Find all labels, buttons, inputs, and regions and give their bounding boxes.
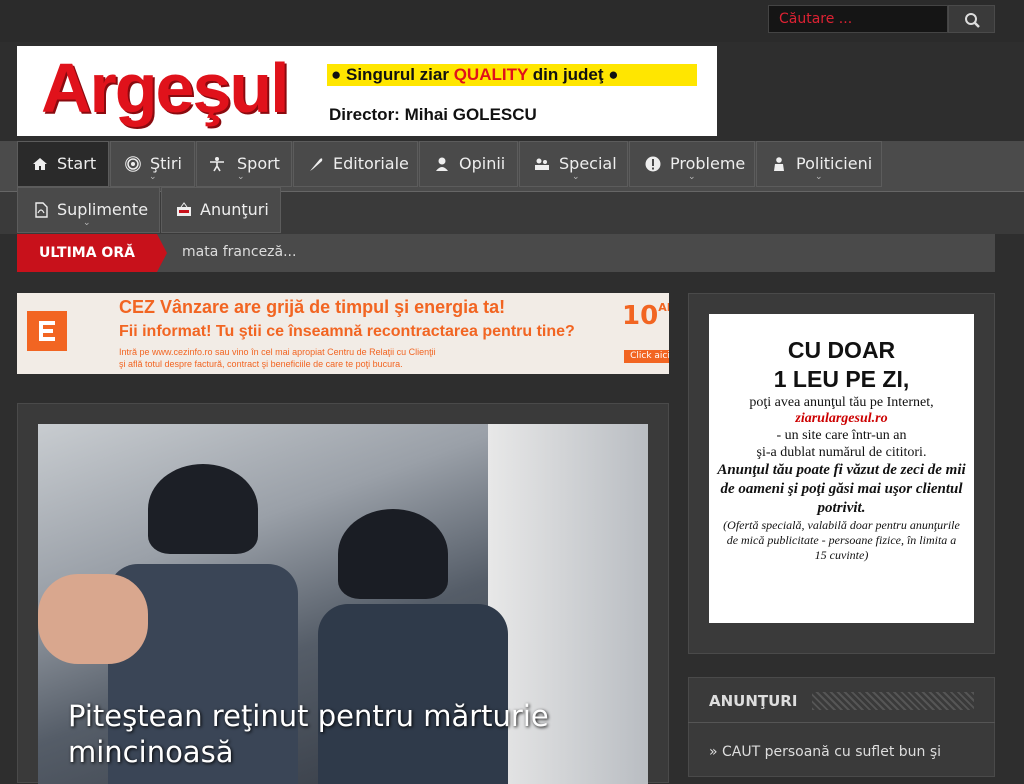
cez-banner-ad[interactable]: CEZ Vânzare are grijă de timpul şi energ…	[17, 293, 669, 374]
nav-item-anunturi[interactable]: Anunţuri	[161, 187, 281, 233]
site-logo[interactable]: Argeşul	[41, 48, 290, 128]
nav-label: Special	[559, 154, 617, 173]
user-icon	[436, 157, 448, 171]
nav-item-politicieni[interactable]: Politicieni ⌄	[756, 141, 882, 187]
nav-label: Anunţuri	[200, 200, 269, 219]
nav-item-special[interactable]: Special ⌄	[519, 141, 628, 187]
director-line: Director: Mihai GOLESCU	[329, 105, 537, 124]
pdf-icon	[35, 202, 48, 218]
chevron-down-icon: ⌄	[149, 172, 157, 182]
nav-label: Sport	[237, 154, 280, 173]
nav-label: Start	[57, 154, 97, 173]
anunturi-title: ANUNŢURI	[709, 692, 798, 710]
nav-label: Ştiri	[150, 154, 182, 173]
ad-subheadline: Fii informat! Tu ştii ce înseamnă recont…	[119, 323, 575, 340]
nav-item-suplimente[interactable]: Suplimente ⌄	[17, 187, 160, 233]
divider	[688, 722, 995, 723]
chevron-down-icon: ⌄	[572, 172, 580, 182]
group-icon	[535, 158, 549, 170]
tagline-post: din judeţ	[528, 65, 604, 84]
chevron-down-icon: ⌄	[815, 172, 823, 182]
nav-item-sport[interactable]: Sport ⌄	[196, 141, 292, 187]
side-ad-line: CU DOAR	[787, 337, 896, 363]
photo-helmet	[338, 509, 448, 599]
nav-label: Suplimente	[57, 200, 149, 219]
nav-label: Editoriale	[333, 154, 409, 173]
side-ad-line: 1 LEU PE ZI,	[773, 366, 910, 392]
anunturi-item[interactable]: » CAUT persoană cu suflet bun şi	[709, 744, 941, 760]
nav-item-probleme[interactable]: Probleme ⌄	[629, 141, 755, 187]
nav-item-opinii[interactable]: Opinii	[419, 141, 518, 187]
tagline-pre: Singurul ziar	[346, 65, 454, 84]
search-button[interactable]	[948, 5, 995, 33]
breaking-news-ticker: ULTIMA ORĂ mata franceză...	[17, 234, 995, 272]
ad-body-line: Intră pe www.cezinfo.ro sau vino în cel …	[119, 347, 436, 357]
nav-item-stiri[interactable]: Ştiri ⌄	[110, 141, 195, 187]
chevron-right-icon: »	[709, 744, 723, 760]
photo-helmet	[148, 464, 258, 554]
tagline: ● Singurul ziar QUALITY din judeţ ●	[327, 64, 697, 86]
sale-icon	[177, 202, 191, 216]
ad-ani: ANI	[658, 301, 669, 314]
search-icon	[965, 13, 980, 28]
breaking-news-text[interactable]: mata franceză...	[182, 244, 296, 260]
title-divider	[812, 692, 974, 710]
side-ad-line: poţi avea anunţul tău pe Internet,	[749, 395, 934, 410]
chevron-down-icon: ⌄	[688, 172, 696, 182]
broadcast-icon	[125, 156, 141, 172]
side-ad-line: şi-a dublat numărul de cititori.	[756, 445, 927, 460]
tagline-quality: QUALITY	[453, 65, 528, 84]
nav-label: Probleme	[670, 154, 746, 173]
breaking-news-label: ULTIMA ORĂ	[17, 234, 167, 272]
ad-headline: CEZ Vânzare are grijă de timpul şi energ…	[119, 297, 506, 317]
search-input[interactable]: Căutare ...	[768, 5, 948, 33]
ad-body: Intră pe www.cezinfo.ro sau vino în cel …	[119, 346, 436, 370]
nav-item-editoriale[interactable]: Editoriale	[293, 141, 418, 187]
ad-body-line: şi află totul despre factură, contract ş…	[119, 359, 403, 369]
cez-logo-icon	[27, 311, 67, 351]
nav-item-start[interactable]: Start	[17, 141, 109, 187]
side-ad-line: - un site care într-un an	[776, 428, 907, 443]
chevron-down-icon: ⌄	[83, 218, 91, 228]
featured-story-headline[interactable]: Piteştean reţinut pentru mărturie mincin…	[68, 698, 628, 770]
politician-icon	[774, 157, 784, 171]
side-ad-line: (Ofertă specială, valabilă doar pentru a…	[723, 518, 960, 562]
ad-ten-years: 10ANI	[622, 301, 669, 331]
home-icon	[33, 158, 47, 170]
ad-ten: 10	[622, 301, 659, 331]
anunturi-item-text: CAUT persoană cu suflet bun şi	[722, 744, 942, 760]
person-icon	[210, 157, 224, 172]
side-ad-line: Anunţul tău poate fi văzut de zeci de mi…	[717, 462, 966, 516]
ad-click-button[interactable]: Click aici	[624, 350, 669, 363]
sidebar-ad[interactable]: CU DOAR 1 LEU PE ZI, poţi avea anunţul t…	[709, 314, 974, 623]
side-ad-url[interactable]: ziarulargesul.ro	[709, 411, 974, 427]
chevron-down-icon: ⌄	[237, 172, 245, 182]
alert-icon	[645, 156, 661, 172]
photo-hand	[38, 574, 148, 664]
nav-label: Politicieni	[796, 154, 873, 173]
masthead-banner[interactable]: Argeşul ● Singurul ziar QUALITY din jude…	[17, 46, 717, 136]
feather-icon	[310, 158, 323, 171]
nav-label: Opinii	[459, 154, 506, 173]
